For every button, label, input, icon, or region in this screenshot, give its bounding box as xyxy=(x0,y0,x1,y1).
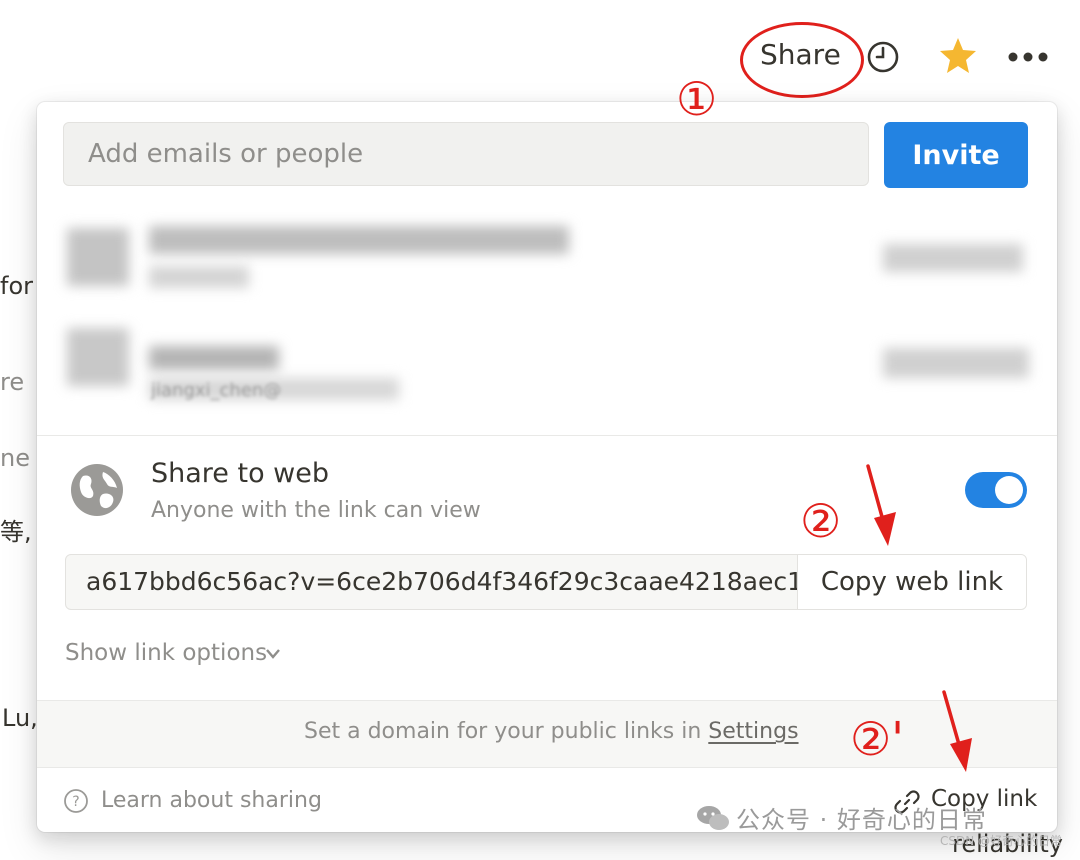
domain-notice: Set a domain for your public links in Se… xyxy=(37,700,1057,768)
background-text: re xyxy=(0,368,25,396)
watermark-small: CSDN @好奇心的日常 xyxy=(940,834,1063,848)
step-2-annotation: ② xyxy=(800,494,842,548)
divider xyxy=(37,435,1057,436)
show-link-options-button[interactable]: Show link options xyxy=(65,640,267,666)
background-text: 等, xyxy=(0,518,32,546)
step-1-annotation: ① xyxy=(676,72,718,126)
member-email xyxy=(149,266,249,288)
background-text: for xyxy=(0,272,33,300)
copy-web-link-button[interactable]: Copy web link xyxy=(797,555,1026,609)
share-to-web-toggle[interactable] xyxy=(965,472,1027,508)
top-bar: Share xyxy=(0,0,1080,100)
member-role xyxy=(883,348,1029,378)
member-name xyxy=(149,226,569,254)
web-link-field: a617bbd6c56ac?v=6ce2b706d4f346f29c3caae4… xyxy=(65,554,1027,610)
arrow-annotation xyxy=(866,464,896,546)
watermark-text: 公众号 · 好奇心的日常 xyxy=(736,806,987,834)
svg-text:?: ? xyxy=(72,794,79,810)
settings-link[interactable]: Settings xyxy=(708,719,798,744)
more-icon[interactable] xyxy=(1006,44,1050,70)
member-email-partial: jiangxi_chen@ xyxy=(151,380,282,401)
member-role xyxy=(883,244,1023,272)
background-text: Lu, xyxy=(2,704,38,732)
domain-notice-text: Set a domain for your public links in Se… xyxy=(304,719,799,744)
learn-about-sharing-link[interactable]: Learn about sharing xyxy=(101,788,322,813)
web-link-url[interactable]: a617bbd6c56ac?v=6ce2b706d4f346f29c3caae4… xyxy=(86,555,806,609)
globe-icon xyxy=(71,464,123,516)
help-icon[interactable]: ? xyxy=(63,788,89,814)
chevron-down-icon xyxy=(266,649,280,659)
invite-email-input[interactable] xyxy=(63,122,869,186)
toggle-knob xyxy=(995,476,1023,504)
member-name xyxy=(149,346,279,370)
member-avatar xyxy=(67,328,129,386)
domain-notice-label: Set a domain for your public links in xyxy=(304,719,702,744)
share-highlight-annotation xyxy=(740,22,864,98)
member-avatar xyxy=(67,228,129,286)
step-2-alt-annotation: ②' xyxy=(850,712,904,766)
star-icon[interactable] xyxy=(938,36,978,76)
wechat-icon xyxy=(697,806,729,830)
share-to-web-title: Share to web xyxy=(151,458,330,489)
clock-icon[interactable] xyxy=(866,40,900,74)
background-text: ne xyxy=(0,444,30,472)
arrow-annotation xyxy=(942,690,972,772)
share-to-web-subtitle: Anyone with the link can view xyxy=(151,498,481,523)
invite-button[interactable]: Invite xyxy=(884,122,1028,188)
